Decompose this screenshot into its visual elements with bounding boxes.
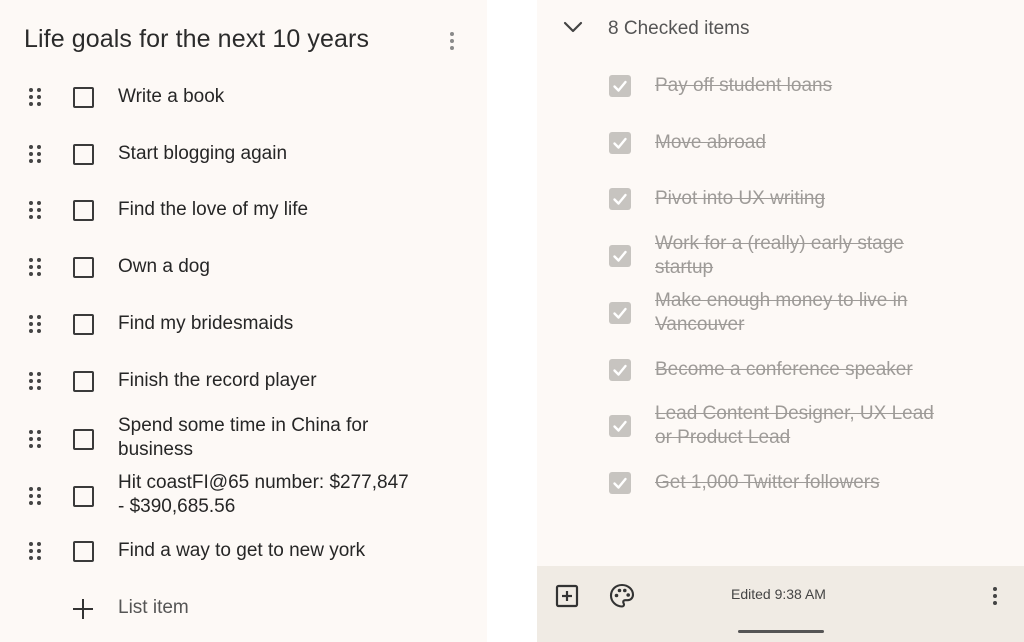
item-checkbox[interactable] [73, 486, 94, 507]
list-item-text[interactable]: Spend some time in China for business [118, 414, 388, 462]
checkmark-icon [613, 307, 627, 319]
drag-handle-icon[interactable] [29, 372, 41, 390]
bottom-toolbar: Edited 9:38 AM [537, 566, 1024, 642]
note-title[interactable]: Life goals for the next 10 years [24, 25, 369, 54]
checked-list-item[interactable]: Pay off student loans [537, 63, 1024, 109]
checkmark-icon [613, 420, 627, 432]
add-list-item-button[interactable]: List item [0, 590, 487, 628]
drag-handle-icon[interactable] [29, 430, 41, 448]
list-item[interactable]: Finish the record player [0, 358, 487, 404]
checked-items-toggle[interactable]: 8 Checked items [557, 12, 807, 46]
more-vert-icon[interactable] [985, 584, 1005, 608]
checked-list-item[interactable]: Become a conference speaker [537, 347, 1024, 393]
note-unchecked-pane: Life goals for the next 10 years Write a… [0, 0, 487, 642]
checked-list-item[interactable]: Work for a (really) early stage startup [537, 233, 1024, 279]
checked-list-item[interactable]: Move abroad [537, 120, 1024, 166]
item-checkbox[interactable] [73, 144, 94, 165]
checked-item-text[interactable]: Lead Content Designer, UX Lead or Produc… [655, 402, 940, 450]
list-item-text[interactable]: Find the love of my life [118, 198, 418, 222]
list-item-text[interactable]: Find a way to get to new york [118, 539, 418, 563]
more-vert-icon[interactable] [442, 29, 462, 53]
checked-item-text[interactable]: Pay off student loans [655, 74, 945, 98]
drag-handle-icon[interactable] [29, 258, 41, 276]
palette-icon[interactable] [608, 582, 636, 610]
add-box-icon[interactable] [553, 582, 581, 610]
checked-item-text[interactable]: Pivot into UX writing [655, 187, 945, 211]
checked-list-item[interactable]: Pivot into UX writing [537, 176, 1024, 222]
list-item[interactable]: Start blogging again [0, 131, 487, 177]
drag-handle-icon[interactable] [29, 542, 41, 560]
list-item-text[interactable]: Finish the record player [118, 369, 418, 393]
drag-handle-icon[interactable] [29, 88, 41, 106]
list-item[interactable]: Hit coastFI@65 number: $277,847 - $390,6… [0, 471, 487, 521]
checked-checkbox[interactable] [609, 245, 631, 267]
checked-list-item[interactable]: Get 1,000 Twitter followers [537, 460, 1024, 506]
checked-checkbox[interactable] [609, 472, 631, 494]
checked-checkbox[interactable] [609, 415, 631, 437]
checked-list-item[interactable]: Make enough money to live in Vancouver [537, 290, 1024, 336]
item-checkbox[interactable] [73, 429, 94, 450]
checkmark-icon [613, 193, 627, 205]
checked-checkbox[interactable] [609, 75, 631, 97]
list-item-text[interactable]: Find my bridesmaids [118, 312, 418, 336]
checked-item-text[interactable]: Move abroad [655, 131, 945, 155]
list-item-text[interactable]: Write a book [118, 85, 418, 109]
list-item[interactable]: Spend some time in China for business [0, 414, 487, 464]
edited-timestamp: Edited 9:38 AM [731, 586, 826, 602]
checkmark-icon [613, 477, 627, 489]
plus-icon [73, 599, 93, 619]
checked-item-text[interactable]: Work for a (really) early stage startup [655, 232, 920, 280]
list-item[interactable]: Find a way to get to new york [0, 528, 487, 574]
list-item[interactable]: Own a dog [0, 244, 487, 290]
list-item[interactable]: Find the love of my life [0, 187, 487, 233]
checkmark-icon [613, 80, 627, 92]
checkmark-icon [613, 364, 627, 376]
list-item-text[interactable]: Hit coastFI@65 number: $277,847 - $390,6… [118, 471, 413, 519]
list-item[interactable]: Find my bridesmaids [0, 301, 487, 347]
add-list-item-label: List item [118, 597, 189, 618]
item-checkbox[interactable] [73, 257, 94, 278]
drag-handle-icon[interactable] [29, 201, 41, 219]
checkmark-icon [613, 137, 627, 149]
item-checkbox[interactable] [73, 200, 94, 221]
checked-checkbox[interactable] [609, 302, 631, 324]
chevron-down-icon [563, 21, 583, 33]
checked-checkbox[interactable] [609, 188, 631, 210]
item-checkbox[interactable] [73, 541, 94, 562]
note-checked-pane: 8 Checked items Pay off student loans Mov… [537, 0, 1024, 642]
checked-list-item[interactable]: Lead Content Designer, UX Lead or Produc… [537, 403, 1024, 449]
drag-handle-icon[interactable] [29, 145, 41, 163]
checked-checkbox[interactable] [609, 359, 631, 381]
list-item[interactable]: Write a book [0, 74, 487, 120]
checked-items-count: 8 Checked items [608, 18, 750, 39]
list-item-text[interactable]: Own a dog [118, 255, 418, 279]
list-item-text[interactable]: Start blogging again [118, 142, 418, 166]
checked-item-text[interactable]: Get 1,000 Twitter followers [655, 471, 945, 495]
drag-handle-icon[interactable] [29, 487, 41, 505]
drag-handle-icon[interactable] [29, 315, 41, 333]
checkmark-icon [613, 250, 627, 262]
checked-checkbox[interactable] [609, 132, 631, 154]
item-checkbox[interactable] [73, 314, 94, 335]
checked-item-text[interactable]: Make enough money to live in Vancouver [655, 289, 917, 337]
home-indicator [738, 630, 824, 633]
item-checkbox[interactable] [73, 371, 94, 392]
item-checkbox[interactable] [73, 87, 94, 108]
checked-item-text[interactable]: Become a conference speaker [655, 358, 945, 382]
